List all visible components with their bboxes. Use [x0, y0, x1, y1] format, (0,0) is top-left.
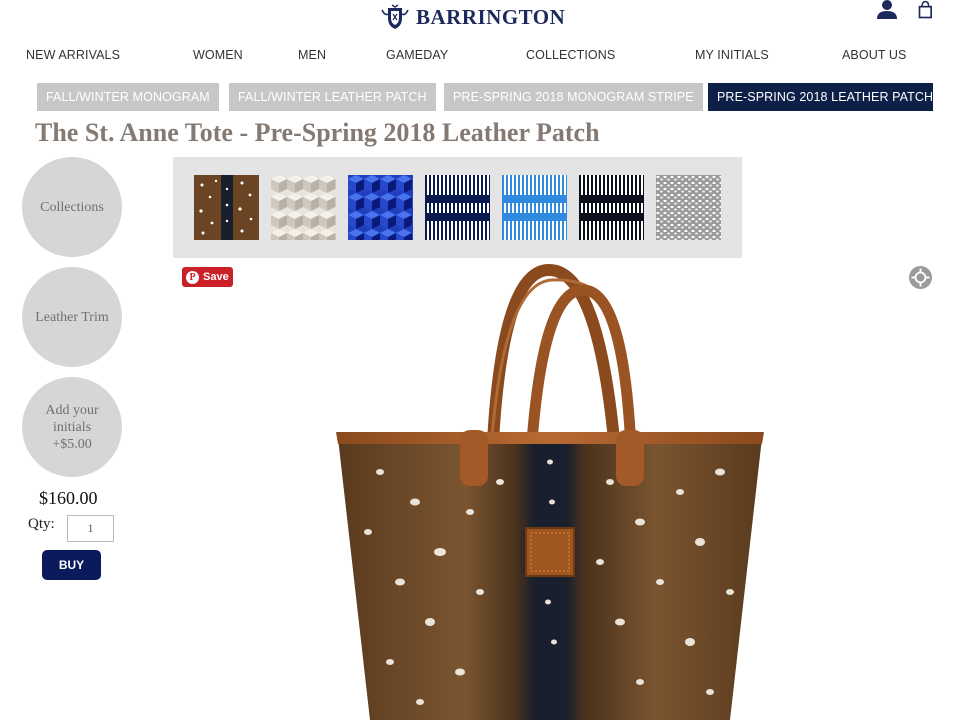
leather-trim-option-label: Leather Trim	[35, 309, 109, 325]
add-initials-label-line2: initials	[52, 419, 92, 435]
swatch-panel	[173, 157, 742, 258]
navy-stripe-swatch[interactable]	[425, 175, 490, 240]
add-initials-label-line1: Add your	[45, 402, 99, 418]
nav-collections[interactable]: COLLECTIONS	[526, 48, 615, 62]
add-initials-price: +$5.00	[52, 436, 92, 452]
quantity-input[interactable]	[67, 515, 114, 542]
pinterest-save-button[interactable]: P Save	[182, 267, 233, 287]
user-icon[interactable]	[875, 0, 899, 20]
nav-men[interactable]: MEN	[298, 48, 326, 62]
tab-fall-winter-monogram[interactable]: FALL/WINTER MONOGRAM	[37, 83, 219, 111]
nav-gameday[interactable]: GAMEDAY	[386, 48, 448, 62]
blue-stripe-swatch[interactable]	[502, 175, 567, 240]
grey-dot-swatch[interactable]	[656, 175, 721, 240]
shopping-bag-icon[interactable]	[917, 0, 937, 20]
brand-name: BARRINGTON	[416, 4, 566, 29]
nav-about-us[interactable]: ABOUT US	[842, 48, 906, 62]
nav-women[interactable]: WOMEN	[193, 48, 243, 62]
brand-logo[interactable]: BARRINGTON	[380, 3, 565, 31]
qty-label: Qty:	[28, 516, 55, 532]
axis-deer-swatch[interactable]	[194, 175, 259, 240]
collections-option-button[interactable]: Collections	[22, 157, 122, 257]
blue-cube-swatch[interactable]	[348, 175, 413, 240]
buy-button[interactable]: BUY	[42, 550, 101, 580]
main-nav: NEW ARRIVALS WOMEN MEN GAMEDAY COLLECTIO…	[0, 48, 969, 66]
add-initials-option-button[interactable]: Add your initials +$5.00	[22, 377, 122, 477]
zoom-icon[interactable]	[908, 265, 933, 290]
leather-trim-option-button[interactable]: Leather Trim	[22, 267, 122, 367]
cream-cube-swatch[interactable]	[271, 175, 336, 240]
nav-new-arrivals[interactable]: NEW ARRIVALS	[26, 48, 120, 62]
crest-icon	[381, 4, 409, 29]
header-icons	[875, 0, 937, 20]
tab-fall-winter-leather-patch[interactable]: FALL/WINTER LEATHER PATCH	[229, 83, 436, 111]
collections-option-label: Collections	[40, 199, 104, 215]
pinterest-save-label: Save	[203, 271, 229, 283]
page-title: The St. Anne Tote - Pre-Spring 2018 Leat…	[35, 118, 600, 147]
tab-pre-spring-leather-patch[interactable]: PRE-SPRING 2018 LEATHER PATCH	[708, 83, 933, 111]
black-stripe-swatch[interactable]	[579, 175, 644, 240]
pinterest-icon: P	[186, 270, 199, 284]
product-price: $160.00	[39, 488, 98, 508]
tab-pre-spring-monogram-stripe[interactable]: PRE-SPRING 2018 MONOGRAM STRIPE	[444, 83, 703, 111]
nav-my-initials[interactable]: MY INITIALS	[695, 48, 769, 62]
product-image[interactable]	[320, 262, 780, 722]
